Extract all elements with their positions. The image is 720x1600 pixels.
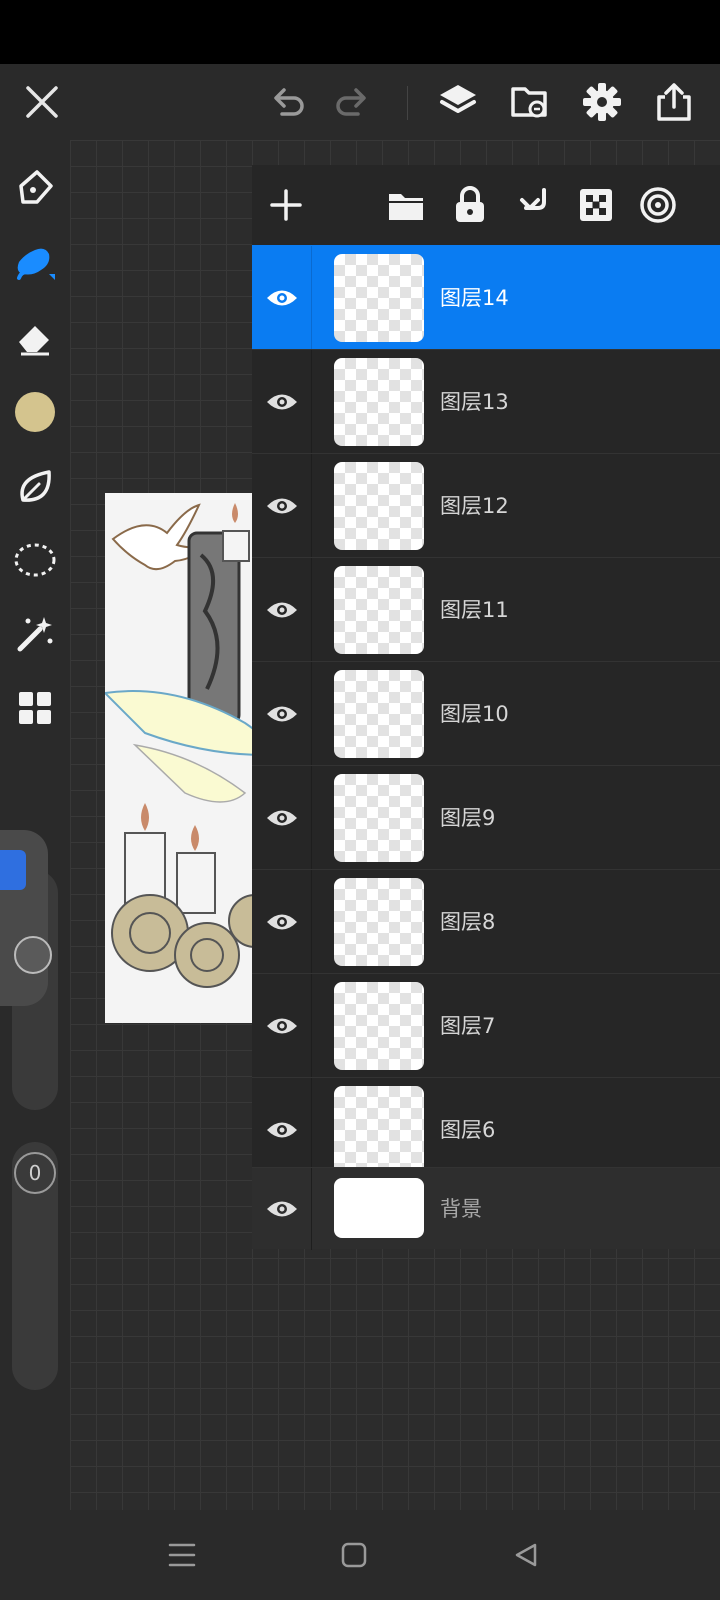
keyboard-icon[interactable] xyxy=(0,850,26,890)
eye-icon[interactable] xyxy=(252,1078,312,1167)
add-layer-icon[interactable] xyxy=(256,165,316,245)
layer-row[interactable]: 图层14 xyxy=(252,245,720,350)
background-layer-row[interactable]: 背景 xyxy=(252,1167,720,1250)
layer-thumbnail xyxy=(334,982,424,1070)
menu-icon[interactable] xyxy=(142,1510,222,1600)
folder-icon[interactable] xyxy=(376,165,436,245)
layer-row[interactable]: 图层8 xyxy=(252,869,720,974)
settings-icon[interactable] xyxy=(570,64,634,140)
smudge-icon[interactable] xyxy=(0,456,70,516)
eye-icon[interactable] xyxy=(252,766,312,870)
system-nav-bar xyxy=(0,1510,720,1600)
layers-toolbar xyxy=(252,165,720,245)
layer-name: 图层8 xyxy=(440,910,496,934)
opacity-value: 0 xyxy=(28,1161,42,1185)
layer-name: 图层10 xyxy=(440,702,509,726)
eraser-icon[interactable] xyxy=(0,308,70,368)
layer-row[interactable]: 图层12 xyxy=(252,453,720,558)
lock-icon[interactable] xyxy=(440,165,500,245)
merge-down-icon[interactable] xyxy=(504,165,564,245)
layer-name: 图层11 xyxy=(440,598,509,622)
eye-icon[interactable] xyxy=(252,454,312,558)
pen-icon[interactable] xyxy=(0,158,70,218)
layer-name: 图层9 xyxy=(440,806,496,830)
toolbar-divider xyxy=(407,86,408,120)
close-icon[interactable] xyxy=(10,64,74,140)
layer-thumbnail xyxy=(334,878,424,966)
layer-row[interactable]: 图层9 xyxy=(252,765,720,870)
redo-icon[interactable] xyxy=(320,64,384,140)
tool-sidebar: 0 xyxy=(0,140,70,1510)
more-layer-options-icon[interactable] xyxy=(628,165,688,245)
layer-row[interactable]: 图层7 xyxy=(252,973,720,1078)
layer-thumbnail xyxy=(334,358,424,446)
layer-thumbnail xyxy=(334,670,424,758)
stylus-shortcut-icon[interactable] xyxy=(14,936,52,974)
layer-thumbnail xyxy=(334,774,424,862)
layer-row[interactable]: 图层6 xyxy=(252,1077,720,1167)
magic-wand-icon[interactable] xyxy=(0,604,70,664)
share-icon[interactable] xyxy=(642,64,706,140)
eye-icon[interactable] xyxy=(252,870,312,974)
eye-icon[interactable] xyxy=(252,662,312,766)
lasso-select-icon[interactable] xyxy=(0,530,70,590)
layer-thumbnail xyxy=(334,1178,424,1238)
back-icon[interactable] xyxy=(486,1510,566,1600)
eye-icon[interactable] xyxy=(252,558,312,662)
layer-name: 背景 xyxy=(440,1197,482,1221)
layer-row[interactable]: 图层13 xyxy=(252,349,720,454)
layer-name: 图层14 xyxy=(440,286,509,310)
color-swatch[interactable] xyxy=(0,382,70,442)
layers-icon[interactable] xyxy=(426,64,490,140)
layer-name: 图层7 xyxy=(440,1014,496,1038)
home-icon[interactable] xyxy=(314,1510,394,1600)
eye-icon[interactable] xyxy=(252,974,312,1078)
floating-overlay-panel[interactable] xyxy=(0,830,52,1006)
layer-thumbnail xyxy=(334,254,424,342)
current-color-dot xyxy=(15,392,55,432)
top-toolbar xyxy=(0,64,720,140)
layer-thumbnail xyxy=(334,1086,424,1167)
status-bar xyxy=(0,0,720,64)
eye-icon[interactable] xyxy=(252,350,312,454)
undo-icon[interactable] xyxy=(256,64,320,140)
eye-icon[interactable] xyxy=(252,1168,312,1250)
layer-row[interactable]: 图层11 xyxy=(252,557,720,662)
eye-icon[interactable] xyxy=(252,246,312,350)
layer-thumbnail xyxy=(334,462,424,550)
layer-row[interactable]: 图层10 xyxy=(252,661,720,766)
layer-name: 图层12 xyxy=(440,494,509,518)
opacity-value-badge: 0 xyxy=(14,1152,56,1194)
brush-icon[interactable] xyxy=(0,234,70,294)
import-icon[interactable] xyxy=(498,64,562,140)
layer-thumbnail xyxy=(334,566,424,654)
layer-name: 图层13 xyxy=(440,390,509,414)
alpha-lock-icon[interactable] xyxy=(566,165,626,245)
layers-panel: 图层14 图层13 图层12 图层11 图层10 图层9 图层8 图层7 图层6 xyxy=(252,165,720,1250)
gallery-icon[interactable] xyxy=(0,678,70,738)
layer-name: 图层6 xyxy=(440,1118,496,1142)
